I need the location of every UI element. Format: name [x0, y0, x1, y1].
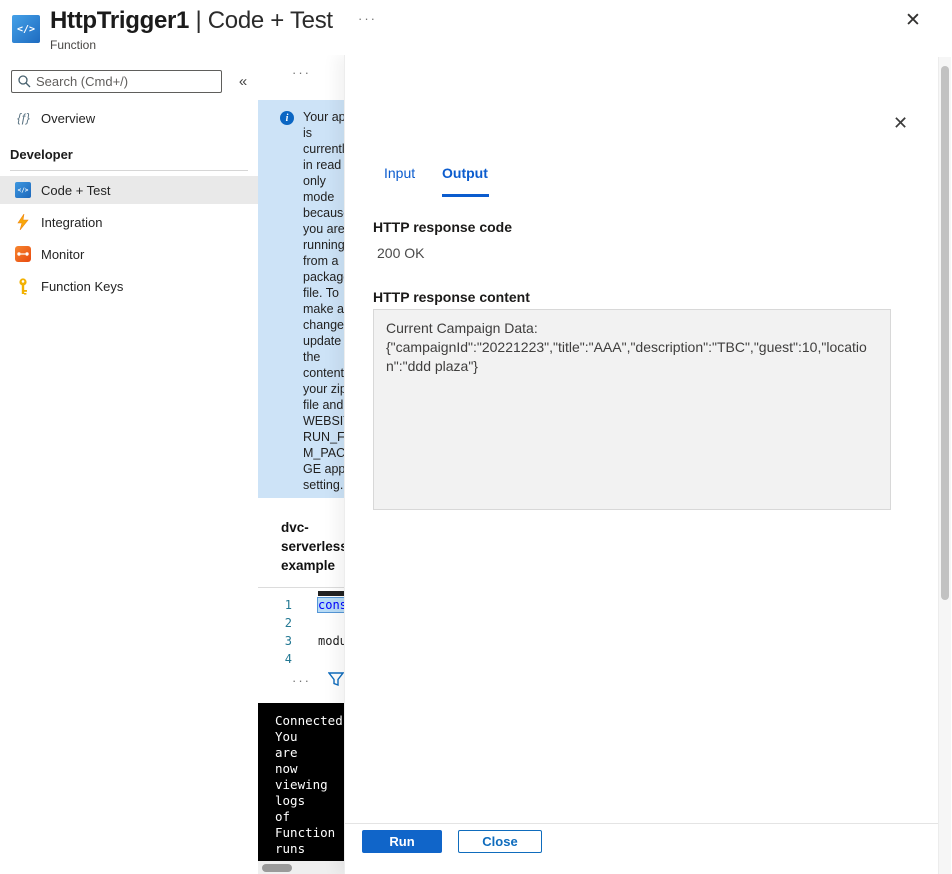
- divider: [258, 587, 344, 588]
- code-test-workspace: ··· i Your app is currently in read only…: [258, 55, 344, 874]
- tab-output[interactable]: Output: [442, 165, 488, 181]
- title-separator: |: [189, 7, 208, 34]
- horizontal-scrollbar-thumb[interactable]: [262, 864, 292, 872]
- collapse-sidebar-icon[interactable]: «: [233, 70, 253, 93]
- editor-scroll-handle[interactable]: [318, 591, 344, 596]
- sidebar-item-label: Code + Test: [41, 183, 111, 198]
- line-number: 4: [276, 652, 292, 666]
- http-response-content: Current Campaign Data: {"campaignId":"20…: [373, 309, 891, 510]
- sidebar-search[interactable]: [11, 70, 222, 93]
- sidebar-item-integration[interactable]: Integration: [0, 208, 258, 236]
- page-subtitle: Function: [50, 38, 96, 52]
- search-icon: [17, 74, 32, 94]
- page-name: Code + Test: [208, 7, 333, 34]
- http-response-content-label: HTTP response content: [373, 289, 530, 305]
- sidebar-item-code-test[interactable]: </> Code + Test: [0, 176, 258, 204]
- run-button[interactable]: Run: [362, 830, 442, 853]
- code-editor[interactable]: 1 const 2 3 module 4: [258, 590, 344, 666]
- log-console[interactable]: Connected! You are now viewing logs of F…: [258, 703, 344, 861]
- sidebar: « {ƒ} Overview Developer </> Code + Test…: [0, 55, 258, 874]
- function-app-icon: </>: [12, 15, 40, 43]
- info-icon: i: [280, 111, 294, 125]
- vertical-scrollbar-thumb[interactable]: [941, 66, 949, 600]
- function-app-name: dvc-serverless-example: [281, 518, 344, 575]
- code-token-module: module: [318, 634, 344, 648]
- blade-close-icon[interactable]: ✕: [905, 9, 921, 32]
- test-run-panel: ✕ Input Output HTTP response code 200 OK…: [344, 55, 952, 874]
- sidebar-item-function-keys[interactable]: Function Keys: [0, 272, 258, 300]
- page-title: HttpTrigger1 | Code + Test: [50, 7, 333, 35]
- lightning-icon: [14, 213, 32, 231]
- sidebar-item-label: Function Keys: [41, 279, 123, 294]
- monitor-icon: [14, 245, 32, 263]
- readonly-banner-text: Your app is currently in read only mode …: [303, 109, 344, 493]
- line-number: 2: [276, 616, 292, 630]
- line-number: 1: [276, 598, 292, 612]
- line-number: 3: [276, 634, 292, 648]
- http-response-code-value: 200 OK: [377, 245, 424, 261]
- sidebar-section-developer: Developer: [10, 147, 73, 162]
- panel-close-icon[interactable]: ✕: [893, 113, 908, 134]
- active-tab-underline: [442, 194, 489, 197]
- sidebar-item-label: Integration: [41, 215, 102, 230]
- code-test-icon: </>: [14, 181, 32, 199]
- readonly-info-banner: i Your app is currently in read only mod…: [258, 100, 344, 498]
- horizontal-scrollbar: [258, 861, 344, 874]
- http-response-code-label: HTTP response code: [373, 219, 512, 235]
- tab-input[interactable]: Input: [384, 165, 415, 181]
- sidebar-item-label: Overview: [41, 111, 95, 126]
- logs-more-icon[interactable]: ···: [292, 673, 311, 688]
- sidebar-item-monitor[interactable]: Monitor: [0, 240, 258, 268]
- header-more-icon[interactable]: ···: [358, 11, 377, 26]
- search-input[interactable]: [36, 71, 219, 92]
- blade-header: </> HttpTrigger1 | Code + Test Function …: [0, 0, 952, 55]
- workspace-more-icon[interactable]: ···: [292, 65, 311, 80]
- vertical-scrollbar[interactable]: [938, 57, 951, 874]
- filter-icon[interactable]: [328, 671, 344, 692]
- sidebar-item-label: Monitor: [41, 247, 84, 262]
- close-button[interactable]: Close: [458, 830, 542, 853]
- sidebar-item-overview[interactable]: {ƒ} Overview: [0, 104, 258, 132]
- section-divider: [10, 170, 248, 171]
- function-overview-icon: {ƒ}: [14, 109, 32, 127]
- logs-toolbar: ···: [258, 667, 344, 699]
- key-icon: [14, 277, 32, 295]
- footer-divider: [345, 823, 939, 824]
- log-console-text: Connected! You are now viewing logs of F…: [275, 713, 344, 857]
- code-token-const: const: [318, 598, 344, 612]
- function-name: HttpTrigger1: [50, 7, 189, 34]
